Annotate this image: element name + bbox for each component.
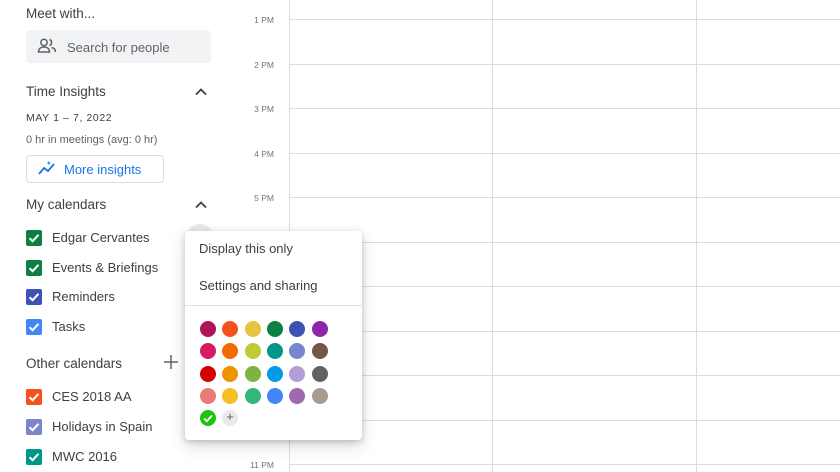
color-swatch[interactable] xyxy=(200,365,216,382)
hour-line xyxy=(289,242,840,243)
color-swatch[interactable] xyxy=(311,321,328,337)
hour-line xyxy=(289,464,840,465)
search-people-input[interactable]: Search for people xyxy=(26,30,211,63)
calendar-label: Holidays in Spain xyxy=(52,419,153,434)
color-swatch[interactable] xyxy=(266,321,283,337)
check-icon xyxy=(28,293,40,302)
menu-item-display-this-only[interactable]: Display this only xyxy=(199,241,293,256)
time-label: 1 PM xyxy=(254,15,274,25)
calendar-label: MWC 2016 xyxy=(52,449,118,464)
color-swatch[interactable] xyxy=(222,343,239,360)
calendar-item-tasks[interactable]: Tasks xyxy=(26,316,206,338)
color-swatch[interactable] xyxy=(266,387,283,404)
calendar-options-menu: Display this only Settings and sharing + xyxy=(185,231,362,440)
hour-line xyxy=(289,153,840,154)
add-custom-color-button[interactable]: + xyxy=(222,409,238,426)
color-swatch[interactable] xyxy=(311,365,328,382)
hour-line xyxy=(289,375,840,376)
insights-summary: 0 hr in meetings (avg: 0 hr) xyxy=(26,134,158,146)
time-insights-title: Time Insights xyxy=(26,84,106,99)
calendar-item-ces-2018[interactable]: CES 2018 AA xyxy=(26,386,206,408)
calendar-item-reminders[interactable]: Reminders xyxy=(26,286,206,308)
check-icon xyxy=(28,393,40,402)
time-label: 2 PM xyxy=(254,60,274,70)
hour-line xyxy=(289,420,840,421)
calendar-item-events-briefings[interactable]: Events & Briefings xyxy=(26,257,206,279)
calendar-checkbox[interactable] xyxy=(26,230,42,246)
calendar-label: CES 2018 AA xyxy=(52,389,132,404)
search-placeholder: Search for people xyxy=(67,40,170,55)
calendar-checkbox[interactable] xyxy=(26,419,42,435)
people-icon xyxy=(37,38,57,53)
menu-item-settings-and-sharing[interactable]: Settings and sharing xyxy=(199,278,318,293)
calendar-checkbox[interactable] xyxy=(26,449,42,465)
check-icon xyxy=(203,414,213,423)
hour-line xyxy=(289,331,840,332)
calendar-checkbox[interactable] xyxy=(26,389,42,405)
calendar-item-edgar-cervantes[interactable]: Edgar Cervantes xyxy=(26,227,206,249)
color-swatch[interactable] xyxy=(266,365,283,382)
calendar-item-holidays-spain[interactable]: Holidays in Spain xyxy=(26,416,206,438)
hour-line xyxy=(289,64,840,65)
color-swatch[interactable] xyxy=(266,343,283,360)
check-icon xyxy=(28,453,40,462)
color-swatch[interactable] xyxy=(244,387,261,404)
color-swatch[interactable] xyxy=(200,343,216,360)
color-swatch[interactable] xyxy=(200,387,216,404)
calendar-checkbox[interactable] xyxy=(26,260,42,276)
color-swatch[interactable] xyxy=(222,321,239,337)
calendar-label: Edgar Cervantes xyxy=(52,230,150,245)
insights-chart-icon xyxy=(38,161,55,175)
hour-line xyxy=(289,19,840,20)
menu-divider xyxy=(185,305,362,306)
hour-line xyxy=(289,286,840,287)
color-swatch[interactable] xyxy=(289,387,306,404)
calendar-item-mwc-2016[interactable]: MWC 2016 xyxy=(26,446,206,468)
chevron-up-icon[interactable] xyxy=(191,82,211,102)
more-insights-button[interactable]: More insights xyxy=(26,155,164,183)
color-swatch[interactable] xyxy=(289,321,306,337)
color-swatch[interactable] xyxy=(200,321,216,337)
color-swatch[interactable] xyxy=(289,343,306,360)
time-label: 3 PM xyxy=(254,104,274,114)
grid-column-divider xyxy=(696,0,697,472)
time-label: 5 PM xyxy=(254,193,274,203)
check-icon xyxy=(28,234,40,243)
meet-with-title: Meet with... xyxy=(26,6,96,21)
color-swatch[interactable] xyxy=(222,387,239,404)
color-swatch-selected[interactable] xyxy=(200,410,216,426)
calendar-label: Events & Briefings xyxy=(52,260,159,275)
add-calendar-icon[interactable] xyxy=(162,353,180,371)
time-label: 4 PM xyxy=(254,149,274,159)
add-icon: + xyxy=(226,409,234,424)
other-calendars-title: Other calendars xyxy=(26,356,123,371)
color-swatch[interactable] xyxy=(244,321,261,337)
more-insights-label: More insights xyxy=(64,162,142,177)
calendar-checkbox[interactable] xyxy=(26,289,42,305)
color-swatch[interactable] xyxy=(222,365,239,382)
color-swatch[interactable] xyxy=(289,365,306,382)
color-swatch[interactable] xyxy=(311,343,328,360)
color-swatch[interactable] xyxy=(311,387,328,404)
calendar-checkbox[interactable] xyxy=(26,319,42,335)
hour-line xyxy=(289,197,840,198)
check-icon xyxy=(28,323,40,332)
my-calendars-title: My calendars xyxy=(26,197,107,212)
time-label: 11 PM xyxy=(250,460,274,470)
color-swatch[interactable] xyxy=(244,343,261,360)
hour-line xyxy=(289,108,840,109)
insights-date-range: MAY 1 – 7, 2022 xyxy=(26,112,113,124)
grid-column-divider xyxy=(492,0,493,472)
chevron-up-icon[interactable] xyxy=(191,195,211,215)
calendar-label: Reminders xyxy=(52,289,115,304)
color-swatch[interactable] xyxy=(244,365,261,382)
calendar-label: Tasks xyxy=(52,319,86,334)
check-icon xyxy=(28,423,40,432)
check-icon xyxy=(28,264,40,273)
